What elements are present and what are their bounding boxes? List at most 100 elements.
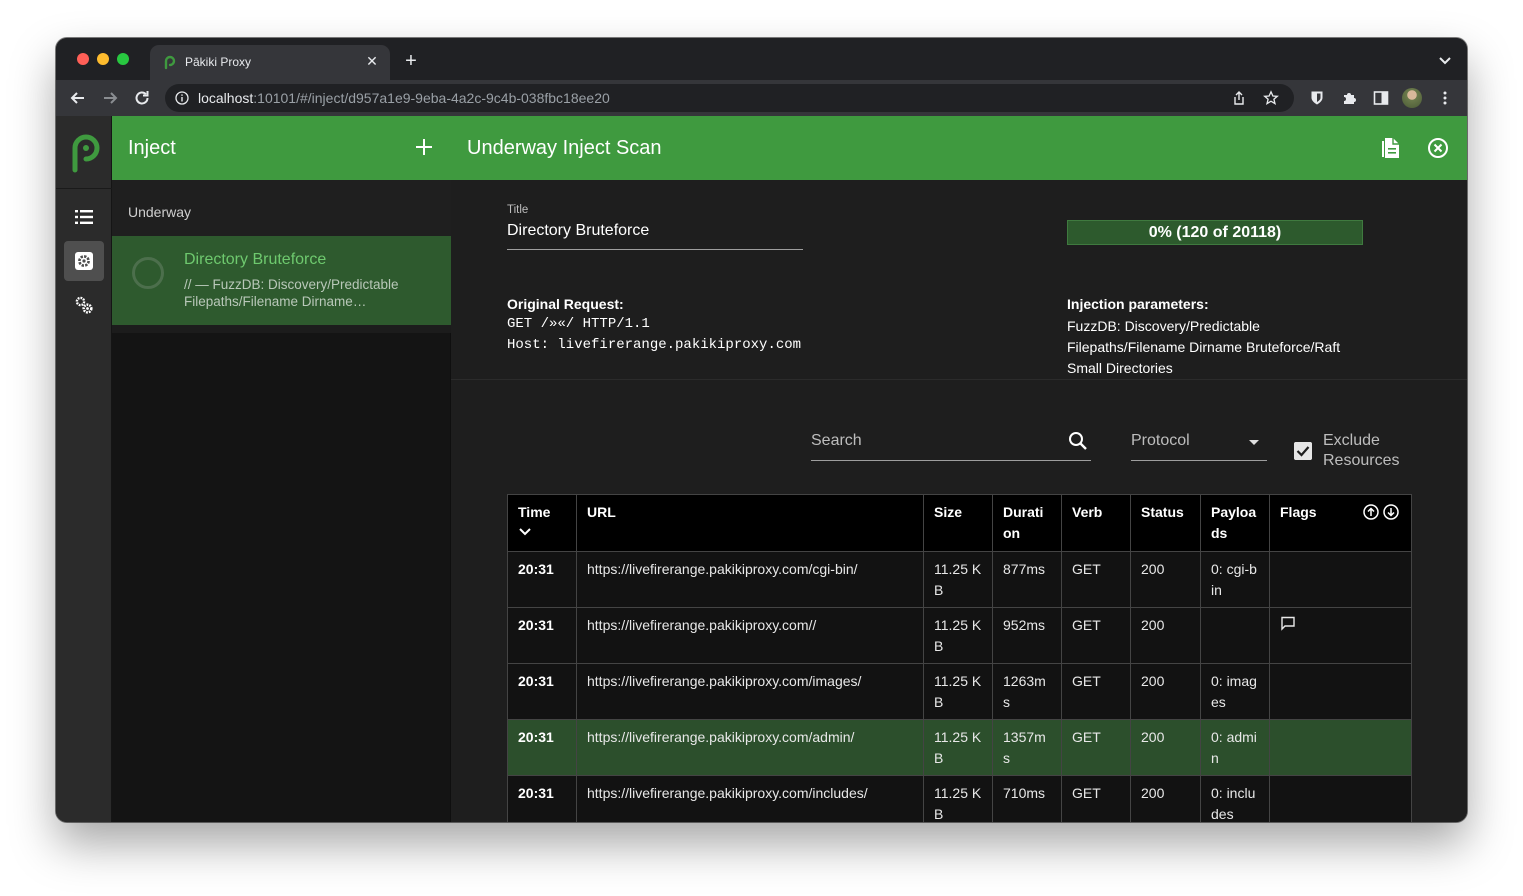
column-header-label: Status — [1141, 504, 1184, 520]
table-row[interactable]: 20:31 https://livefirerange.pakikiproxy.… — [507, 775, 1412, 822]
back-arrow-icon[interactable] — [68, 88, 88, 108]
rail-item-requests[interactable] — [64, 197, 104, 237]
tab-strip: Pākiki Proxy ✕ + — [56, 38, 1467, 80]
extensions-puzzle-icon[interactable] — [1341, 90, 1357, 106]
cell-status: 200 — [1130, 663, 1201, 720]
new-tab-button[interactable]: + — [400, 51, 422, 73]
cell-duration: 1357ms — [992, 719, 1062, 776]
cell-verb: GET — [1061, 551, 1131, 608]
pakiki-logo-icon — [72, 134, 100, 173]
list-icon — [75, 210, 93, 224]
underway-group-label: Underway — [128, 204, 192, 220]
sort-descending-icon[interactable] — [518, 527, 532, 537]
add-icon[interactable] — [413, 136, 435, 158]
side-panel-icon[interactable] — [1373, 90, 1389, 106]
site-info-icon[interactable] — [175, 91, 189, 105]
column-header-label: Payloads — [1211, 504, 1257, 541]
exclude-resources-label: Exclude Resources — [1323, 432, 1400, 469]
pakiki-app: Inject Underway Directory Bruteforce // … — [56, 116, 1467, 822]
title-field[interactable]: Directory Bruteforce — [507, 222, 803, 250]
section-divider — [451, 379, 1467, 380]
cell-payloads: 0: admin — [1200, 719, 1270, 776]
minimize-window-button[interactable] — [97, 53, 109, 65]
injection-parameters-value: FuzzDB: Discovery/Predictable Filepaths/… — [1067, 318, 1341, 376]
table-row[interactable]: 20:31 https://livefirerange.pakikiproxy.… — [507, 663, 1412, 720]
cell-size: 11.25 KB — [923, 607, 993, 664]
inject-scan-detail: Underway Inject Scan Title Directory Bru… — [451, 116, 1467, 822]
cell-url: https://livefirerange.pakikiproxy.com// — [576, 607, 924, 664]
address-bar[interactable]: localhost:10101/#/inject/d957a1e9-9eba-4… — [165, 84, 1294, 112]
original-request-label: Original Request: — [507, 296, 624, 312]
cell-url: https://livefirerange.pakikiproxy.com/cg… — [576, 551, 924, 608]
cell-flags — [1269, 551, 1412, 608]
reload-icon[interactable] — [132, 88, 152, 108]
comment-icon — [1281, 616, 1295, 631]
cell-url: https://livefirerange.pakikiproxy.com/in… — [576, 775, 924, 822]
column-header-time[interactable]: Time — [507, 494, 577, 552]
browser-tab[interactable]: Pākiki Proxy ✕ — [150, 45, 390, 80]
column-scroll-controls — [1363, 504, 1399, 520]
scroll-down-icon[interactable] — [1383, 504, 1399, 520]
cell-verb: GET — [1061, 663, 1131, 720]
close-window-button[interactable] — [77, 53, 89, 65]
inject-list-title: Inject — [128, 137, 176, 159]
column-header-label: URL — [587, 504, 616, 520]
cogs-icon — [75, 296, 93, 314]
list-item[interactable]: Directory Bruteforce // — FuzzDB: Discov… — [112, 236, 451, 325]
cell-flags — [1269, 663, 1412, 720]
request-line: GET /»«/ HTTP/1.1 — [507, 316, 650, 332]
column-header-payloads[interactable]: Payloads — [1200, 494, 1270, 552]
zoom-window-button[interactable] — [117, 53, 129, 65]
url-text: localhost:10101/#/inject/d957a1e9-9eba-4… — [198, 90, 610, 106]
tab-close-icon[interactable]: ✕ — [362, 51, 382, 71]
cell-time: 20:31 — [507, 719, 577, 776]
cell-size: 11.25 KB — [923, 719, 993, 776]
search-input[interactable]: Search — [811, 424, 1091, 461]
forward-arrow-icon[interactable] — [100, 88, 120, 108]
bookmark-star-icon[interactable] — [1263, 90, 1279, 106]
kebab-menu-icon[interactable] — [1437, 90, 1453, 106]
column-header-verb[interactable]: Verb — [1061, 494, 1131, 552]
rail-item-settings[interactable] — [64, 285, 104, 325]
inject-list-panel: Inject Underway Directory Bruteforce // … — [112, 116, 451, 822]
cell-url: https://livefirerange.pakikiproxy.com/ad… — [576, 719, 924, 776]
cell-status: 200 — [1130, 719, 1201, 776]
column-header-flags[interactable]: Flags — [1269, 494, 1412, 552]
cell-duration: 710ms — [992, 775, 1062, 822]
column-header-status[interactable]: Status — [1130, 494, 1201, 552]
protocol-select[interactable]: Protocol — [1131, 424, 1267, 461]
search-icon[interactable] — [1067, 430, 1089, 452]
rail-item-inject[interactable] — [64, 241, 104, 281]
flags-header-wrap: Flags — [1280, 502, 1401, 523]
bitwarden-extension-icon[interactable] — [1309, 90, 1325, 106]
table-row-selected[interactable]: 20:31 https://livefirerange.pakikiproxy.… — [507, 719, 1412, 776]
column-header-url[interactable]: URL — [576, 494, 924, 552]
column-header-size[interactable]: Size — [923, 494, 993, 552]
cell-verb: GET — [1061, 719, 1131, 776]
protocol-placeholder: Protocol — [1131, 432, 1190, 449]
scroll-up-icon[interactable] — [1363, 504, 1379, 520]
document-icon[interactable] — [1379, 136, 1403, 160]
share-icon[interactable] — [1231, 90, 1247, 106]
table-row[interactable]: 20:31 https://livefirerange.pakikiproxy.… — [507, 551, 1412, 608]
table-row[interactable]: 20:31 https://livefirerange.pakikiproxy.… — [507, 607, 1412, 664]
underway-group-header: Underway — [112, 180, 451, 236]
cell-duration: 952ms — [992, 607, 1062, 664]
tab-title: Pākiki Proxy — [185, 55, 252, 69]
tab-search-chevron-icon[interactable] — [1437, 52, 1453, 68]
cell-status: 200 — [1130, 607, 1201, 664]
pakiki-favicon-icon — [164, 55, 176, 70]
profile-avatar[interactable] — [1402, 88, 1422, 108]
cancel-circle-icon[interactable] — [1426, 136, 1450, 160]
cell-duration: 877ms — [992, 551, 1062, 608]
column-header-duration[interactable]: Duration — [992, 494, 1062, 552]
column-header-label: Flags — [1280, 504, 1317, 520]
list-item-title: Directory Bruteforce — [184, 251, 327, 268]
cell-verb: GET — [1061, 775, 1131, 822]
browser-toolbar: localhost:10101/#/inject/d957a1e9-9eba-4… — [56, 80, 1467, 116]
exclude-resources-checkbox[interactable] — [1294, 442, 1312, 460]
request-host-line: Host: livefirerange.pakikiproxy.com — [507, 337, 802, 353]
injection-parameters-label: Injection parameters: — [1067, 296, 1209, 312]
table-header-row: Time URL Size Duration Verb Status Paylo… — [507, 494, 1412, 552]
cell-time: 20:31 — [507, 551, 577, 608]
